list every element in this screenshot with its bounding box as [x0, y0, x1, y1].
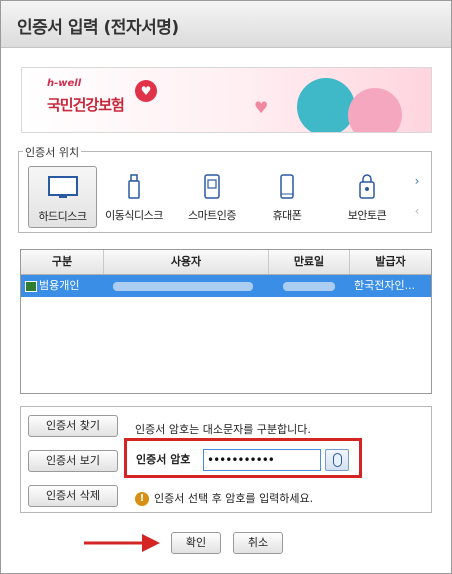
location-label: 보안토큰 — [347, 209, 387, 222]
mascot-character-icon — [297, 78, 355, 132]
cert-location-group: 인증서 위치 하드디스크 이동식디스크 스마트인증 휴대폰 보안토큰 › ‹ — [18, 144, 432, 233]
cancel-button[interactable]: 취소 — [233, 532, 283, 554]
hard-disk-icon — [47, 176, 78, 198]
location-hard-disk[interactable]: 하드디스크 — [28, 166, 97, 228]
cert-table: 구분 사용자 만료일 발급자 범용개인 한국전자인... — [20, 249, 432, 394]
cert-expiry-cell — [283, 275, 343, 297]
location-label: 이동식디스크 — [105, 209, 163, 222]
cert-dialog: 인증서 입력 (전자서명) h-well 국민건강보험 ♥ ♥ 인증서 위치 하… — [0, 0, 452, 574]
column-header: 사용자 — [104, 250, 269, 274]
banner-ad: h-well 국민건강보험 ♥ ♥ — [21, 67, 432, 133]
usb-icon — [128, 174, 140, 199]
certificate-icon — [25, 280, 37, 292]
cert-location-legend: 인증서 위치 — [23, 144, 82, 160]
cert-issuer-cell: 한국전자인... — [354, 279, 416, 292]
column-header: 구분 — [21, 250, 104, 274]
mouse-input-button[interactable] — [325, 449, 349, 471]
chevron-right-icon[interactable]: › — [411, 174, 423, 188]
banner-brand: 국민건강보험 — [47, 96, 125, 114]
location-mobile-phone[interactable]: 휴대폰 — [259, 166, 315, 228]
heart-icon: ♥ — [254, 98, 269, 117]
password-input[interactable]: ••••••••••• — [203, 449, 321, 471]
dialog-title: 인증서 입력 (전자서명) — [17, 18, 179, 38]
blurred-date — [283, 281, 335, 291]
find-cert-button[interactable]: 인증서 찾기 — [28, 415, 118, 437]
smart-cert-icon — [204, 174, 220, 199]
view-cert-button[interactable]: 인증서 보기 — [28, 450, 118, 472]
cert-user-cell — [113, 275, 263, 297]
password-warning: ! 인증서 선택 후 암호를 입력하세요. — [135, 490, 313, 506]
password-hint: 인증서 암호는 대소문자를 구분합니다. — [135, 423, 311, 436]
mobile-phone-icon — [280, 174, 294, 199]
password-label: 인증서 암호 — [136, 453, 191, 466]
column-header: 만료일 — [269, 250, 350, 274]
cert-type-cell: 범용개인 — [21, 275, 104, 297]
warning-icon: ! — [135, 492, 149, 506]
title-bar: 인증서 입력 (전자서명) — [1, 1, 451, 48]
location-security-token[interactable]: 보안토큰 — [337, 166, 397, 228]
mouse-icon — [333, 453, 342, 467]
heart-logo-icon: ♥ — [135, 80, 157, 102]
chevron-left-icon[interactable]: ‹ — [411, 204, 423, 218]
table-row[interactable]: 범용개인 한국전자인... — [21, 275, 431, 297]
location-label: 휴대폰 — [272, 209, 302, 222]
warning-text: 인증서 선택 후 암호를 입력하세요. — [154, 492, 314, 505]
location-label: 하드디스크 — [38, 210, 87, 223]
security-token-icon — [359, 174, 375, 199]
location-removable-disk[interactable]: 이동식디스크 — [100, 166, 168, 228]
table-header: 구분 사용자 만료일 발급자 — [21, 250, 431, 275]
location-smart-cert[interactable]: 스마트인증 — [179, 166, 245, 228]
location-label: 스마트인증 — [187, 209, 237, 222]
blurred-user — [113, 281, 253, 291]
column-header: 발급자 — [375, 255, 406, 268]
delete-cert-button[interactable]: 인증서 삭제 — [28, 485, 118, 507]
password-panel: 인증서 찾기 인증서 보기 인증서 삭제 인증서 암호는 대소문자를 구분합니다… — [20, 406, 432, 513]
cert-type-text: 범용개인 — [39, 279, 80, 292]
banner-brand-small: h-well — [47, 78, 82, 89]
arrow-pointer-icon — [84, 534, 160, 552]
mascot-character-icon — [348, 88, 402, 132]
ok-button[interactable]: 확인 — [171, 532, 221, 554]
password-highlight-box: 인증서 암호 ••••••••••• — [124, 438, 362, 478]
